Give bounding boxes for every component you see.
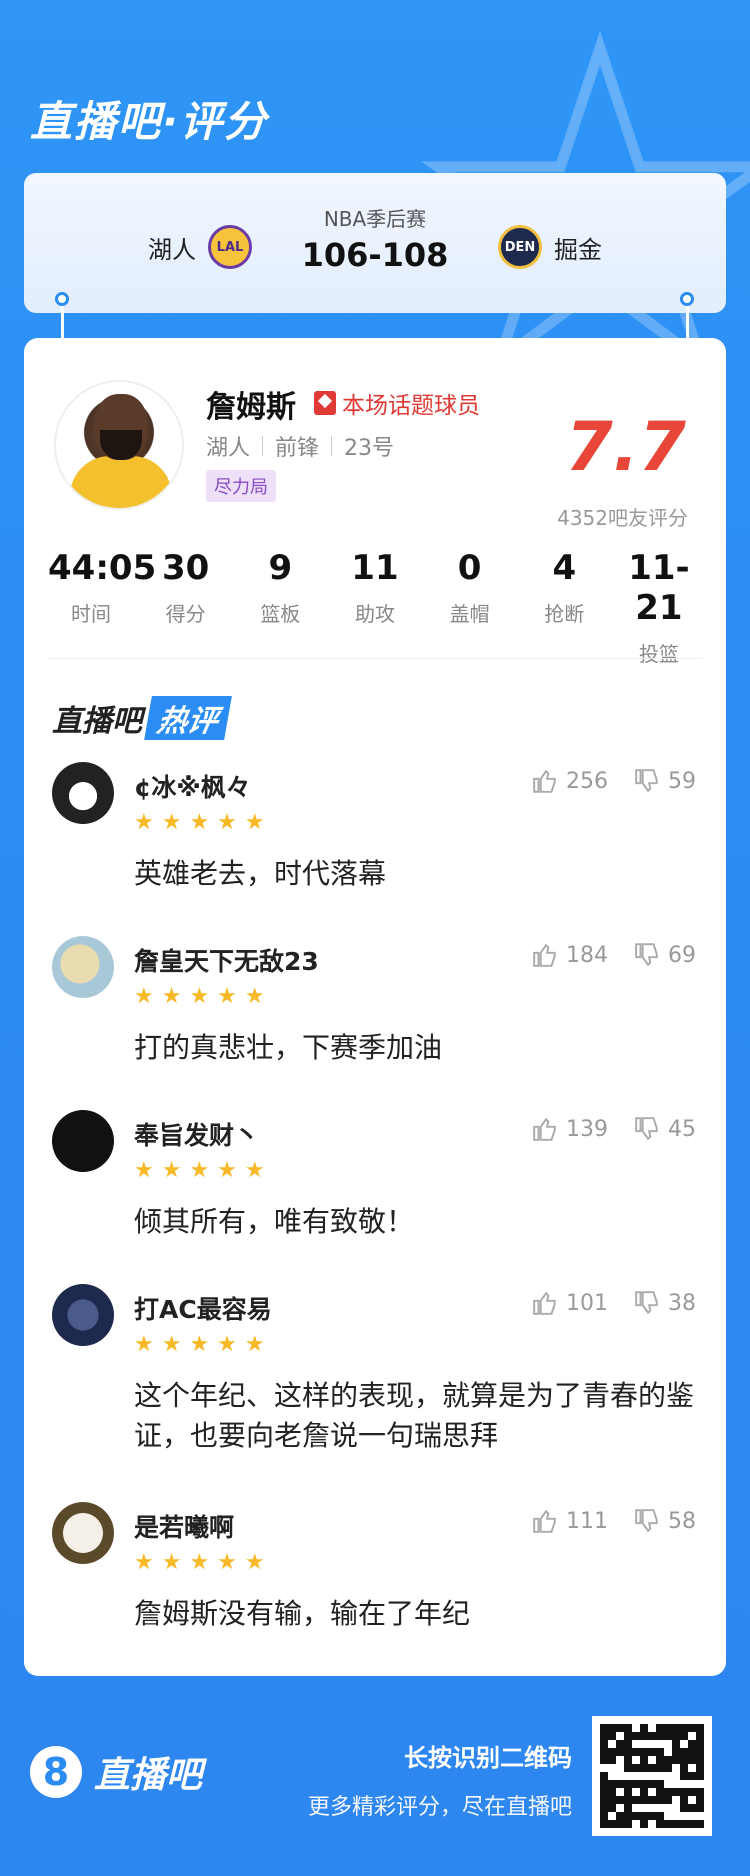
commenter-name[interactable]: 詹皇天下无敌23 — [134, 942, 319, 978]
commenter-avatar[interactable] — [52, 1110, 114, 1172]
commenter-name[interactable]: 打AC最容易 — [134, 1290, 272, 1326]
dislike-button[interactable]: 38 — [634, 1290, 696, 1316]
card-clip — [55, 292, 69, 306]
thumbs-down-icon — [635, 769, 658, 793]
player-team: 湖人 — [206, 436, 251, 461]
like-button[interactable]: 111 — [532, 1508, 608, 1534]
hot-comments-title: 直播吧 热评 — [52, 696, 232, 740]
footer-brand-name: 直播吧 — [94, 1755, 203, 1796]
player-position: 前锋 — [275, 436, 320, 461]
like-button[interactable]: 101 — [532, 1290, 608, 1316]
card-clip — [680, 292, 694, 306]
player-name: 詹姆斯 — [206, 390, 296, 425]
commenter-avatar[interactable] — [52, 936, 114, 998]
thumbs-down-icon — [635, 1291, 658, 1315]
match-score: 106-108 — [301, 236, 449, 274]
stat-field-goals: 11-21 投篮 — [628, 548, 690, 666]
star-rating-icon: ★★★★★ — [134, 810, 273, 835]
thumbs-down-icon — [635, 1509, 658, 1533]
commenter-name[interactable]: 奉旨发财丶 — [134, 1116, 259, 1152]
bookmark-icon — [314, 391, 336, 415]
qr-pattern — [600, 1724, 704, 1828]
like-count: 184 — [566, 942, 608, 968]
match-type: NBA季后赛 — [323, 207, 427, 231]
dislike-button[interactable]: 45 — [634, 1116, 696, 1142]
star-rating-icon: ★★★★★ — [134, 984, 273, 1009]
comment-votes: 101 38 — [532, 1290, 696, 1316]
footer-brand: 8 直播吧 — [30, 1746, 202, 1798]
comment-text: 詹姆斯没有输，输在了年纪 — [134, 1597, 471, 1630]
commenter-avatar[interactable] — [52, 1502, 114, 1564]
like-count: 111 — [566, 1508, 608, 1534]
dislike-button[interactable]: 58 — [634, 1508, 696, 1534]
dislike-count: 58 — [668, 1508, 696, 1534]
dislike-count: 38 — [668, 1290, 696, 1316]
thumbs-up-icon — [533, 769, 556, 793]
dislike-button[interactable]: 69 — [634, 942, 696, 968]
comment-text: 这个年纪、这样的表现，就算是为了青春的鉴证，也要向老詹说一句瑞思拜 — [134, 1379, 695, 1452]
stat-points: 30 得分 — [161, 548, 210, 626]
thumbs-up-icon — [533, 1117, 556, 1141]
stats-row: 44:05 时间 30 得分 9 篮板 11 助攻 0 盖帽 4 抢断 11-21 投篮 — [48, 548, 702, 667]
footer-line2: 更多精彩评分，尽在直播吧 — [307, 1795, 572, 1820]
match-info: NBA季后赛 106-108 — [24, 203, 726, 274]
performance-tag: 尽力局 — [206, 470, 276, 502]
star-rating-icon: ★★★★★ — [134, 1158, 273, 1183]
star-rating-icon: ★★★★★ — [134, 1332, 273, 1357]
commenter-avatar[interactable] — [52, 1284, 114, 1346]
hot-title-badge: 热评 — [144, 696, 232, 740]
thumbs-up-icon — [533, 943, 556, 967]
like-count: 256 — [566, 768, 608, 794]
footer-line1: 长按识别二维码 — [404, 1744, 572, 1772]
footer-text: 长按识别二维码 更多精彩评分，尽在直播吧 — [308, 1738, 572, 1821]
like-button[interactable]: 139 — [532, 1116, 608, 1142]
topic-player-badge: 本场话题球员 — [314, 386, 480, 420]
away-team-name: 掘金 — [554, 235, 602, 264]
player-number: 23号 — [344, 436, 395, 461]
stat-rebounds: 9 篮板 — [260, 548, 301, 626]
star-rating-icon: ★★★★★ — [134, 1550, 273, 1575]
comment-votes: 256 59 — [532, 768, 696, 794]
thumbs-down-icon — [635, 1117, 658, 1141]
like-button[interactable]: 184 — [532, 942, 608, 968]
like-button[interactable]: 256 — [532, 768, 608, 794]
hot-title-prefix: 直播吧 — [52, 704, 142, 739]
like-count: 139 — [566, 1116, 608, 1142]
thumbs-down-icon — [635, 943, 658, 967]
comment-text: 倾其所有，唯有致敬！ — [134, 1205, 415, 1238]
nuggets-logo-icon: DEN — [498, 225, 542, 269]
comment-text: 英雄老去，时代落幕 — [134, 857, 387, 890]
dislike-count: 59 — [668, 768, 696, 794]
commenter-name[interactable]: ¢冰※枫々 — [134, 768, 251, 804]
player-rating: 7.7 — [565, 408, 686, 487]
player-avatar — [54, 380, 184, 510]
stat-blocks: 0 盖帽 — [449, 548, 490, 626]
comment-text: 打的真悲壮，下赛季加油 — [134, 1031, 443, 1064]
qr-code[interactable] — [592, 1716, 712, 1836]
thumbs-up-icon — [533, 1509, 556, 1533]
away-team: DEN 掘金 — [498, 225, 602, 269]
commenter-avatar[interactable] — [52, 762, 114, 824]
dislike-button[interactable]: 59 — [634, 768, 696, 794]
topic-badge-label: 本场话题球员 — [342, 393, 480, 419]
comment-votes: 111 58 — [532, 1508, 696, 1534]
stat-assists: 11 助攻 — [351, 548, 399, 626]
dislike-count: 69 — [668, 942, 696, 968]
dislike-count: 45 — [668, 1116, 696, 1142]
comment-votes: 139 45 — [532, 1116, 696, 1142]
match-card: 湖人 LAL NBA季后赛 106-108 DEN 掘金 — [24, 173, 726, 313]
rating-count: 4352吧友评分 — [557, 506, 688, 530]
comment-votes: 184 69 — [532, 942, 696, 968]
stat-time: 44:05 时间 — [48, 548, 157, 626]
player-meta: 湖人 前锋 23号 — [206, 430, 394, 462]
stat-steals: 4 抢断 — [544, 548, 585, 626]
thumbs-up-icon — [533, 1291, 556, 1315]
brand-logo-icon: 8 — [30, 1746, 82, 1798]
rating-card: 詹姆斯 本场话题球员 湖人 前锋 23号 尽力局 7.7 4352吧友评分 44… — [24, 338, 726, 1676]
divider — [48, 658, 702, 659]
commenter-name[interactable]: 是若曦啊 — [134, 1508, 234, 1544]
like-count: 101 — [566, 1290, 608, 1316]
page-title: 直播吧·评分 — [30, 97, 268, 146]
